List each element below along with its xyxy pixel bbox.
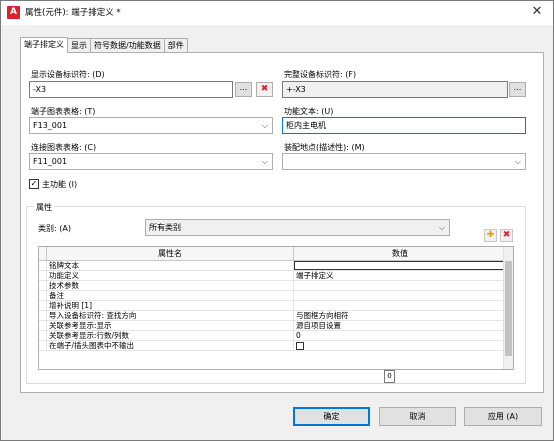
- column-header-name[interactable]: 属性名: [47, 247, 294, 260]
- row-marker: [39, 341, 47, 350]
- table-row[interactable]: 备注: [39, 291, 513, 301]
- property-value[interactable]: 与图框方向相符: [294, 311, 507, 320]
- property-value[interactable]: 端子排定义: [294, 271, 507, 280]
- table-row[interactable]: 铭牌文本: [39, 261, 513, 271]
- terminal-chart-label: 端子图表表格: (T): [31, 107, 96, 116]
- terminal-chart-select[interactable]: F13_001 ⌵: [29, 117, 273, 134]
- table-header-corner: [39, 247, 47, 260]
- properties-group-title: 属性: [34, 202, 54, 213]
- tab-symbol-function-data[interactable]: 符号数据/功能数据: [90, 38, 165, 52]
- property-name: 技术参数: [47, 281, 294, 290]
- add-row-icon[interactable]: ✚: [484, 229, 497, 242]
- display-id-label: 显示设备标识符: (D): [31, 70, 105, 79]
- chevron-down-icon: ⌵: [514, 157, 521, 166]
- full-id-label: 完整设备标识符: (F): [284, 70, 357, 79]
- chevron-down-icon: ⌵: [261, 157, 268, 166]
- connection-chart-label: 连接图表表格: (C): [31, 143, 97, 152]
- property-value[interactable]: 0: [294, 331, 507, 340]
- category-value: 所有类别: [149, 223, 181, 232]
- row-marker: [39, 261, 47, 270]
- property-name: 备注: [47, 291, 294, 300]
- category-select[interactable]: 所有类别 ⌵: [145, 219, 450, 236]
- output-checkbox[interactable]: [296, 341, 304, 350]
- connection-chart-select[interactable]: F11_001 ⌵: [29, 153, 273, 170]
- window-title: 属性(元件): 端子排定义 *: [25, 8, 121, 18]
- app-logo-icon: A: [7, 6, 20, 19]
- table-row[interactable]: 增补说明 [1]: [39, 301, 513, 311]
- table-row[interactable]: 关联参考显示:显示 源自项目设置: [39, 321, 513, 331]
- ok-button[interactable]: 确定: [293, 407, 370, 426]
- terminal-chart-value: F13_001: [33, 121, 68, 130]
- properties-table: 属性名 数值 铭牌文本 功能定义 端子排定义 技术参数 备注 增补说明 [1]: [38, 246, 514, 370]
- table-header: 属性名 数值: [39, 247, 513, 261]
- property-name: 在端子/插头图表中不输出: [47, 341, 294, 350]
- main-function-label: 主功能 (I): [42, 180, 78, 189]
- tab-display[interactable]: 显示: [67, 38, 91, 52]
- row-marker: [39, 281, 47, 290]
- row-marker: [39, 331, 47, 340]
- property-name: 功能定义: [47, 271, 294, 280]
- scrollbar-thumb[interactable]: [505, 261, 512, 356]
- mounting-location-select[interactable]: ⌵: [282, 153, 526, 170]
- full-id-field[interactable]: +-X3: [282, 81, 508, 98]
- row-marker: [39, 321, 47, 330]
- property-value[interactable]: [294, 291, 507, 300]
- property-name: 关联参考显示:行数/列数: [47, 331, 294, 340]
- column-header-value[interactable]: 数值: [294, 247, 507, 260]
- cancel-button[interactable]: 取消: [379, 407, 456, 426]
- table-row[interactable]: 在端子/插头图表中不输出: [39, 341, 513, 351]
- property-name: 关联参考显示:显示: [47, 321, 294, 330]
- property-name: 增补说明 [1]: [47, 301, 294, 310]
- display-id-delete-icon[interactable]: ✖: [256, 82, 273, 97]
- table-row[interactable]: 功能定义 端子排定义: [39, 271, 513, 281]
- display-id-field[interactable]: -X3: [29, 81, 233, 98]
- row-marker: [39, 271, 47, 280]
- property-name: 铭牌文本: [47, 261, 294, 270]
- display-id-browse-button[interactable]: ...: [235, 82, 252, 97]
- apply-button[interactable]: 应用 (A): [464, 407, 542, 426]
- title-bar[interactable]: A 属性(元件): 端子排定义 * ✕: [1, 1, 553, 25]
- category-label: 类别: (A): [38, 224, 71, 233]
- mounting-location-label: 装配地点(描述性): (M): [284, 143, 365, 152]
- close-icon[interactable]: ✕: [529, 4, 545, 20]
- chevron-down-icon: ⌵: [261, 121, 268, 130]
- property-value-editor[interactable]: [294, 261, 507, 270]
- property-value[interactable]: [294, 301, 507, 310]
- table-row[interactable]: 导入设备标识符: 查找方向 与图框方向相符: [39, 311, 513, 321]
- tab-strip: 端子排定义 显示 符号数据/功能数据 部件: [20, 37, 188, 53]
- tab-parts[interactable]: 部件: [163, 38, 188, 52]
- row-marker: [39, 291, 47, 300]
- full-id-browse-button[interactable]: ...: [509, 82, 526, 97]
- connection-chart-value: F11_001: [33, 157, 68, 166]
- remove-row-icon[interactable]: ✖: [500, 229, 513, 242]
- property-value[interactable]: 源自项目设置: [294, 321, 507, 330]
- row-marker: [39, 301, 47, 310]
- properties-dialog: A 属性(元件): 端子排定义 * ✕ 端子排定义 显示 符号数据/功能数据 部…: [0, 0, 554, 441]
- table-row[interactable]: 关联参考显示:行数/列数 0: [39, 331, 513, 341]
- count-badge: 0: [384, 370, 395, 383]
- property-value[interactable]: [294, 281, 507, 290]
- function-text-label: 功能文本: (U): [284, 107, 334, 116]
- chevron-down-icon: ⌵: [438, 223, 445, 232]
- property-value[interactable]: [294, 341, 507, 350]
- main-function-checkbox[interactable]: ✓: [29, 179, 39, 189]
- property-name: 导入设备标识符: 查找方向: [47, 311, 294, 320]
- function-text-field[interactable]: 柜内主电机: [282, 117, 526, 134]
- table-row[interactable]: 技术参数: [39, 281, 513, 291]
- row-marker: [39, 311, 47, 320]
- table-scrollbar[interactable]: [503, 247, 513, 369]
- tab-terminal-strip-definition[interactable]: 端子排定义: [20, 37, 68, 53]
